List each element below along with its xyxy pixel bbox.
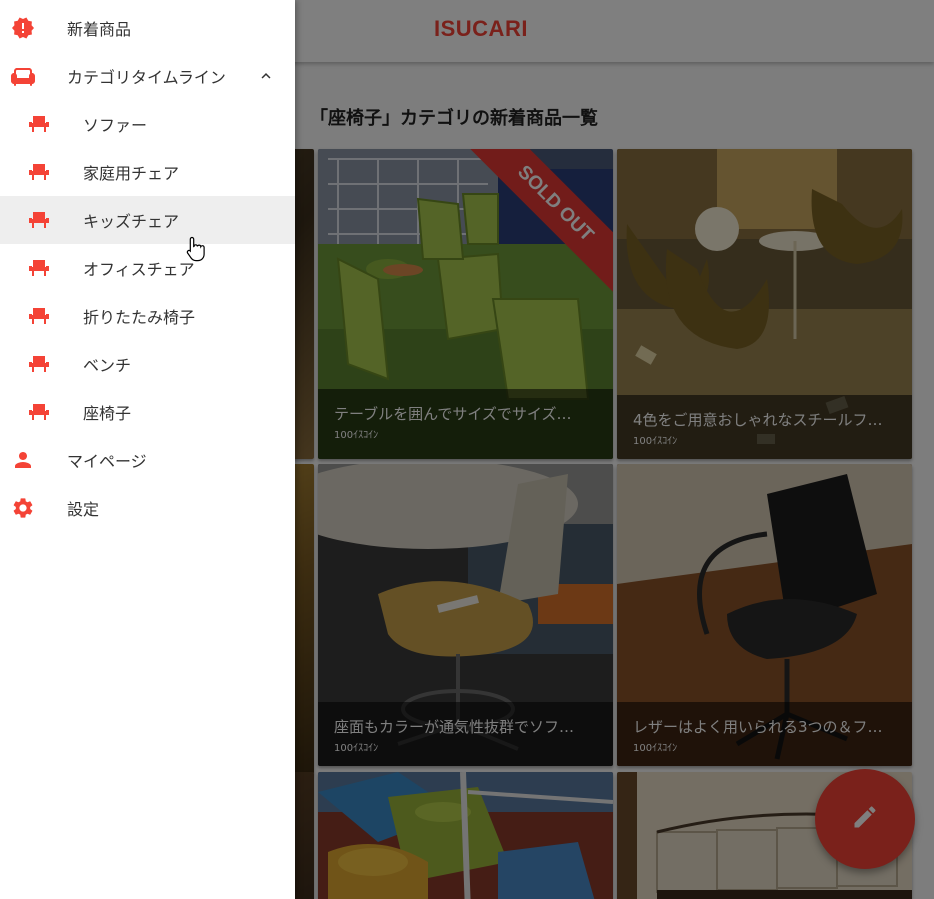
nav-item-settings[interactable]: 設定 [0,484,295,532]
nav-item-folding-chair[interactable]: 折りたたみ椅子 [0,292,295,340]
new-releases-icon [11,16,35,40]
navigation-drawer: 新着商品 カテゴリタイムライン ソファー 家庭用チェア キッズチェア オフィスチ… [0,0,295,899]
nav-item-label: 座椅子 [83,404,132,423]
nav-item-label: ソファー [83,116,148,135]
chevron-up-icon[interactable] [257,67,275,89]
nav-item-label: 折りたたみ椅子 [83,308,196,327]
chair-icon [27,208,51,232]
nav-item-label: 家庭用チェア [83,164,180,183]
nav-item-label: キッズチェア [83,212,180,231]
chair-icon [27,352,51,376]
chair-icon [27,112,51,136]
person-icon [11,448,35,472]
nav-item-office-chair[interactable]: オフィスチェア [0,244,295,292]
nav-item-home-chair[interactable]: 家庭用チェア [0,148,295,196]
nav-item-new-items[interactable]: 新着商品 [0,4,295,52]
hand-cursor-icon [186,236,206,266]
nav-item-kids-chair[interactable]: キッズチェア [0,196,295,244]
chair-icon [27,304,51,328]
chair-icon [27,400,51,424]
nav-item-my-page[interactable]: マイページ [0,436,295,484]
sofa-icon [11,64,35,88]
gear-icon [11,496,35,520]
nav-item-floor-chair[interactable]: 座椅子 [0,388,295,436]
chair-icon [27,256,51,280]
nav-item-label: 設定 [67,500,100,519]
nav-item-label: 新着商品 [67,20,132,39]
nav-item-label: カテゴリタイムライン [67,68,226,87]
nav-item-sofa[interactable]: ソファー [0,100,295,148]
chair-icon [27,160,51,184]
nav-item-bench[interactable]: ベンチ [0,340,295,388]
nav-item-label: ベンチ [83,356,132,375]
nav-item-label: オフィスチェア [83,260,195,279]
nav-item-label: マイページ [67,452,147,471]
nav-item-category-timeline[interactable]: カテゴリタイムライン [0,52,295,100]
